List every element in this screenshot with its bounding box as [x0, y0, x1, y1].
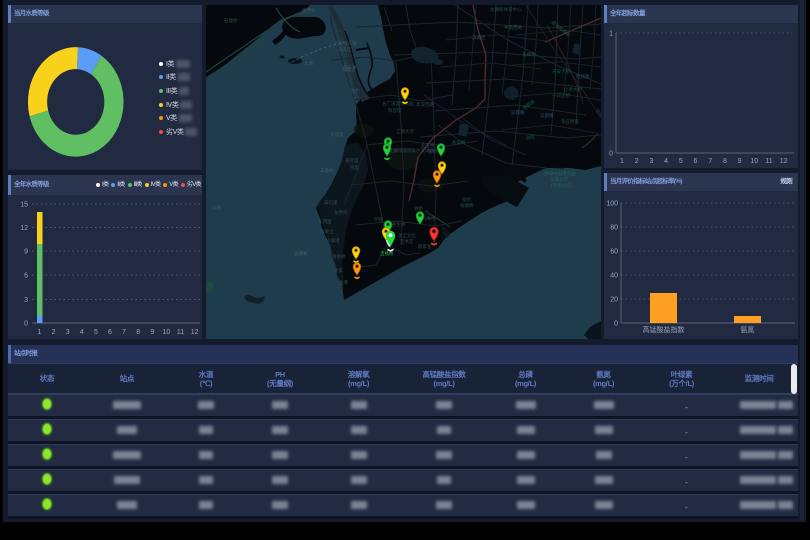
svg-text:2: 2 [635, 158, 639, 165]
svg-text:寿安桥: 寿安桥 [452, 139, 466, 146]
svg-text:羊槛村: 羊槛村 [320, 167, 334, 174]
svg-text:4: 4 [80, 329, 84, 336]
svg-text:9: 9 [24, 249, 28, 256]
svg-text:南泉上: 南泉上 [320, 228, 334, 234]
svg-text:湖滨饭店: 湖滨饭店 [593, 107, 601, 126]
svg-text:100: 100 [606, 201, 618, 208]
svg-text:9: 9 [150, 329, 154, 336]
svg-text:11: 11 [177, 329, 184, 336]
svg-text:4: 4 [664, 158, 668, 165]
svg-text:5: 5 [679, 158, 683, 165]
svg-text:科宣馆: 科宣馆 [388, 107, 402, 114]
svg-text:7: 7 [708, 158, 712, 165]
svg-text:吴塘村: 吴塘村 [294, 250, 308, 257]
svg-text:为水: 为水 [350, 87, 359, 94]
svg-text:1: 1 [38, 329, 42, 336]
svg-text:0: 0 [614, 321, 618, 328]
svg-text:副院: 副院 [526, 134, 535, 141]
svg-text:白石里: 白石里 [324, 199, 338, 206]
svg-text:12: 12 [20, 225, 28, 232]
svg-text:中南西路: 中南西路 [504, 24, 522, 31]
svg-text:6: 6 [108, 329, 112, 336]
svg-text:5: 5 [94, 329, 98, 336]
svg-text:叶巷: 叶巷 [374, 216, 383, 223]
svg-text:感知中国博览园: 感知中国博览园 [544, 170, 576, 177]
svg-text:江南大学: 江南大学 [396, 128, 414, 135]
svg-text:南栃桥: 南栃桥 [332, 253, 346, 260]
svg-text:6: 6 [24, 273, 28, 280]
svg-text:太湖鼋头渚: 太湖鼋头渚 [334, 40, 357, 47]
svg-text:10: 10 [163, 329, 171, 336]
svg-text:张桥: 张桥 [462, 196, 471, 203]
svg-text:沈家: 沈家 [334, 267, 343, 274]
svg-text:东鸿里: 东鸿里 [318, 218, 332, 225]
svg-text:60: 60 [610, 249, 618, 256]
svg-text:40: 40 [610, 273, 618, 280]
svg-text:12: 12 [780, 158, 788, 165]
svg-text:艺术宫: 艺术宫 [400, 238, 414, 245]
svg-text:渔港: 渔港 [339, 279, 348, 286]
svg-text:10: 10 [750, 158, 758, 165]
svg-text:陆典里: 陆典里 [342, 66, 356, 73]
svg-text:祝塘桥: 祝塘桥 [460, 202, 474, 209]
svg-text:华庄街道: 华庄街道 [561, 118, 579, 125]
svg-text:12: 12 [191, 329, 199, 336]
svg-text:15: 15 [20, 202, 28, 209]
svg-text:3: 3 [66, 329, 70, 336]
svg-text:7: 7 [122, 329, 126, 336]
svg-text:氨氮: 氨氮 [741, 325, 755, 334]
svg-text:1: 1 [620, 158, 624, 165]
svg-text:太湖新体育中心: 太湖新体育中心 [490, 6, 522, 13]
svg-text:小罗大桥: 小罗大桥 [564, 86, 582, 93]
svg-text:11: 11 [765, 158, 772, 165]
svg-text:3: 3 [24, 297, 28, 304]
svg-text:东绛桥: 东绛桥 [522, 51, 536, 58]
svg-text:20: 20 [610, 297, 618, 304]
svg-text:9: 9 [738, 158, 742, 165]
svg-text:龙寺坞: 龙寺坞 [334, 209, 348, 216]
svg-text:80: 80 [610, 225, 618, 232]
svg-text:养生桥: 养生桥 [392, 221, 406, 228]
svg-text:8: 8 [136, 329, 140, 336]
svg-text:0: 0 [609, 151, 613, 158]
svg-text:大浮里: 大浮里 [330, 131, 344, 138]
svg-text:吴都路: 吴都路 [521, 98, 536, 112]
svg-text:6: 6 [694, 158, 698, 165]
svg-text:渔港桥: 渔港桥 [302, 7, 316, 14]
svg-text:长广溪湿地公园: 长广溪湿地公园 [382, 100, 414, 107]
svg-text:重砖里: 重砖里 [345, 157, 359, 164]
svg-text:青桥: 青桥 [414, 205, 423, 212]
svg-text:8: 8 [723, 158, 727, 165]
svg-text:机场路: 机场路 [576, 73, 590, 80]
svg-text:滨湖区: 滨湖区 [472, 34, 486, 41]
svg-text:小湖渚: 小湖渚 [326, 237, 340, 244]
svg-text:灵汇文化: 灵汇文化 [398, 232, 416, 239]
svg-text:东南大学: 东南大学 [550, 176, 568, 183]
svg-text:窑里: 窑里 [350, 164, 359, 171]
svg-text:0: 0 [24, 321, 28, 328]
svg-text:太湖: 太湖 [304, 60, 313, 67]
svg-text:2: 2 [52, 329, 56, 336]
svg-text:无锡绿波湾高尔夫球场: 无锡绿波湾高尔夫球场 [389, 147, 434, 154]
svg-text:3: 3 [649, 158, 653, 165]
svg-text:石塘桥: 石塘桥 [224, 17, 238, 24]
svg-text:高浪西路: 高浪西路 [416, 101, 434, 108]
svg-text:高锰酸盐指数: 高锰酸盐指数 [643, 325, 685, 334]
svg-text:薛家里: 薛家里 [418, 243, 432, 250]
svg-text:天安大桥: 天安大桥 [552, 68, 570, 75]
svg-text:1: 1 [609, 31, 613, 38]
svg-text:吴都路: 吴都路 [540, 112, 554, 119]
svg-text:(无锡分校): (无锡分校) [551, 182, 572, 189]
svg-text:太湖: 太湖 [212, 204, 221, 211]
svg-text:小日庄桥: 小日庄桥 [552, 92, 570, 99]
